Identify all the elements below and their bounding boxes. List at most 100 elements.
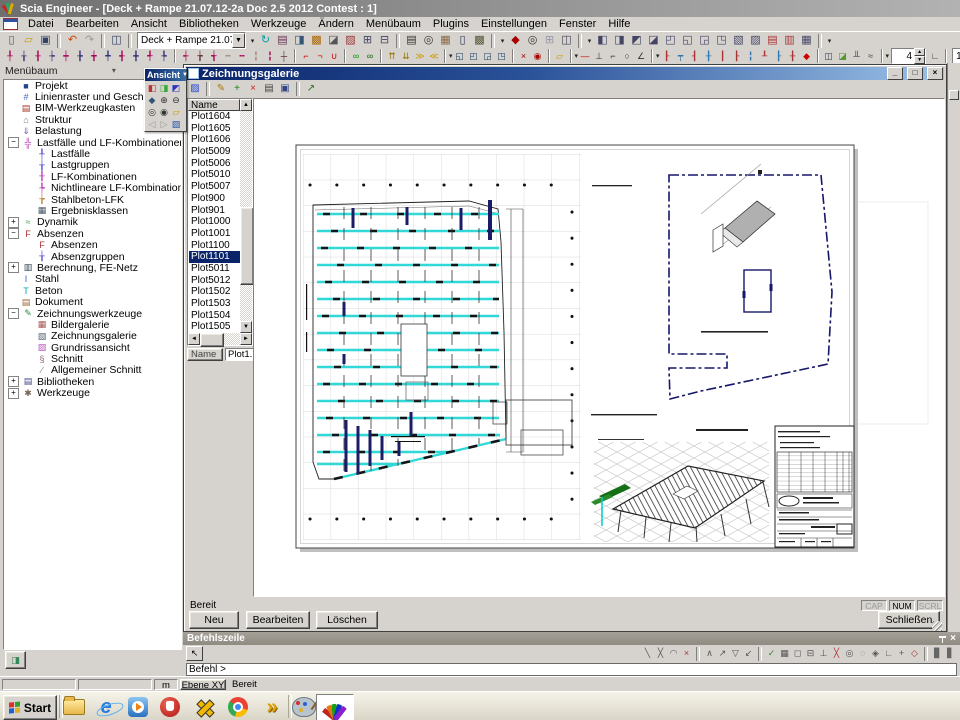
loeschen-button[interactable]: Löschen <box>316 611 378 629</box>
tree-item-allgemeinerschnitt[interactable]: ∕Allgemeiner Schnitt <box>4 365 181 376</box>
snap-reference-icon[interactable]: ◇ <box>908 647 921 660</box>
hinge-1-icon[interactable]: ╌ <box>221 50 235 62</box>
view-x-icon[interactable]: ◧ <box>146 82 158 94</box>
export-drawing-icon[interactable]: ↗ <box>303 82 319 96</box>
count-spinner[interactable]: 4▲▼ <box>891 48 926 64</box>
menu-item-menbaum[interactable]: Menübaum <box>360 18 427 31</box>
tree-item-schnitt[interactable]: §Schnitt <box>4 353 181 364</box>
cross-link-icon[interactable]: ┼ <box>277 50 291 62</box>
snap-tangent-icon[interactable]: ◌ <box>856 647 869 660</box>
plot-list-item[interactable]: Plot1605 <box>189 123 240 135</box>
plot-list-item[interactable]: Plot900 <box>189 193 240 205</box>
plot-list-item[interactable]: Plot1502 <box>189 286 240 298</box>
member-open-2-icon[interactable]: ╄ <box>157 50 171 62</box>
copy-props-icon[interactable]: ◨ <box>291 33 308 48</box>
page-layout-icon[interactable]: ◫ <box>108 33 125 48</box>
plot-list-header[interactable]: Name <box>188 99 240 111</box>
member-slab-icon[interactable]: ╋ <box>129 50 143 62</box>
view-top-icon[interactable]: ◰ <box>662 33 679 48</box>
document-system-icon[interactable] <box>3 18 18 30</box>
grid-settings-icon[interactable]: ⊞ <box>541 33 558 48</box>
tree-item-zeichnungsgalerie[interactable]: ▧Zeichnungsgalerie <box>4 331 181 342</box>
view-solid-icon[interactable]: ▦ <box>798 33 815 48</box>
menu-item-plugins[interactable]: Plugins <box>427 18 475 31</box>
menu-item-werkzeuge[interactable]: Werkzeuge <box>245 18 312 31</box>
plot-list-item[interactable]: Plot1000 <box>189 216 240 228</box>
spin-up-icon[interactable]: ▲ <box>914 48 925 56</box>
snap-midpoint-icon[interactable]: ⊟ <box>804 647 817 660</box>
print-preview-icon[interactable]: ◎ <box>420 33 437 48</box>
loads-view-icon[interactable]: ≈ <box>864 50 878 62</box>
plot-list-item[interactable]: Plot1001 <box>189 228 240 240</box>
move-up-icon[interactable]: ⇈ <box>385 50 399 62</box>
insert-drawing-icon[interactable]: ▨ <box>187 82 203 96</box>
view-right-icon[interactable]: ◪ <box>645 33 662 48</box>
beam-prop-8-icon[interactable]: ┸ <box>758 50 772 62</box>
tree-item-ergebnisklassen[interactable]: ▦Ergebnisklassen <box>4 205 181 216</box>
tree-item-dokument[interactable]: ▤Dokument <box>4 296 181 307</box>
add-drawing-icon[interactable]: + <box>229 82 245 96</box>
tangent-mode-icon[interactable]: ↗ <box>716 647 729 660</box>
document-icon[interactable]: ▯ <box>454 33 471 48</box>
beam-prop-3-icon[interactable]: ┨ <box>688 50 702 62</box>
tree-item-werkzeuge[interactable]: +✱Werkzeuge <box>4 388 181 399</box>
tree-item-beton[interactable]: TBeton <box>4 285 181 296</box>
plot-list-item[interactable]: Plot1604 <box>189 111 240 123</box>
tree-item-grundrissansicht[interactable]: ▨Grundrissansicht <box>4 342 181 353</box>
toolbar-overflow-icon[interactable]: ▾ <box>886 49 890 63</box>
view-hidden-icon[interactable]: ▤ <box>764 33 781 48</box>
support-1-icon[interactable]: ╎ <box>249 50 263 62</box>
tree-item-absenzen[interactable]: FAbsenzen <box>4 239 181 250</box>
pin-icon[interactable] <box>939 635 946 643</box>
tree-item-lastflleundlfkombinationen[interactable]: −╬Lastfälle und LF-Kombinationen <box>4 137 181 148</box>
chrome-icon[interactable] <box>226 696 250 718</box>
plot-list-item[interactable]: Plot5007 <box>189 181 240 193</box>
close-icon[interactable]: × <box>950 634 956 644</box>
save-file-icon[interactable]: ▣ <box>37 33 54 48</box>
scroll-up-icon[interactable]: ▲ <box>240 99 252 111</box>
plot-list-item[interactable]: Plot1505 <box>189 321 240 333</box>
scrollbar-thumb[interactable] <box>240 207 254 285</box>
ansicht-toolbar-title[interactable]: Ansicht ▼ <box>145 69 186 81</box>
beam-prop-10-icon[interactable]: ╂ <box>786 50 800 62</box>
section-box-icon[interactable]: ◫ <box>822 50 836 62</box>
menu-item-hilfe[interactable]: Hilfe <box>602 18 636 31</box>
explorer-icon[interactable] <box>62 696 86 718</box>
color-palette-icon[interactable]: ◆ <box>507 33 524 48</box>
beam-prop-1-icon[interactable]: ┠ <box>660 50 674 62</box>
edit-drawing-icon[interactable]: ✎ <box>213 82 229 96</box>
zoom-window-icon[interactable]: ◎ <box>146 106 158 118</box>
snap-perp-icon[interactable]: ⊥ <box>817 647 830 660</box>
plot-list-item[interactable]: Plot5006 <box>189 158 240 170</box>
collapse-icon[interactable]: − <box>8 137 19 148</box>
tree-item-berechnungfenetz[interactable]: +▥Berechnung, FE-Netz <box>4 262 181 273</box>
tree-item-absenzen[interactable]: −FAbsenzen <box>4 228 181 239</box>
member-beam-3-icon[interactable]: ╊ <box>73 50 87 62</box>
maximize-button[interactable]: □ <box>907 67 923 80</box>
project-combo[interactable]: Deck + Rampe 21.07▼ <box>137 32 246 49</box>
node-2-icon[interactable]: ╆ <box>193 50 207 62</box>
internet-explorer-icon[interactable]: e <box>94 696 118 718</box>
snap-angle-icon[interactable]: ∟ <box>928 50 942 62</box>
view-bottom-icon[interactable]: ◱ <box>679 33 696 48</box>
expand-icon[interactable]: + <box>8 376 19 387</box>
scale-combo[interactable]: 1.50..▼ <box>952 48 960 65</box>
chain-off-icon[interactable]: ∞ <box>363 50 377 62</box>
member-open-1-icon[interactable]: ╃ <box>143 50 157 62</box>
supports-view-icon[interactable]: ╨ <box>850 50 864 62</box>
image-gallery-icon[interactable]: ▦ <box>437 33 454 48</box>
dock-right-icon[interactable]: ▋ <box>944 647 957 660</box>
command-input[interactable]: Befehl > <box>186 663 957 676</box>
view-front-icon[interactable]: ◧ <box>594 33 611 48</box>
menu-item-bibliotheken[interactable]: Bibliotheken <box>173 18 245 31</box>
paint-icon[interactable] <box>292 696 316 718</box>
view-left-icon[interactable]: ◩ <box>628 33 645 48</box>
view-axo-icon[interactable]: ◆ <box>146 94 158 106</box>
scroll-right-icon[interactable]: ► <box>240 333 252 345</box>
win-cascade-icon[interactable]: ◱ <box>453 50 467 62</box>
tree-item-bibliotheken[interactable]: +▤Bibliotheken <box>4 376 181 387</box>
spinner-buttons[interactable]: ▲▼ <box>914 48 925 64</box>
snap-ortho-icon[interactable]: ∟ <box>882 647 895 660</box>
quick-launch-icon[interactable]: » <box>260 696 284 718</box>
tree-item-nichtlinearelfkombinationen[interactable]: ╄Nichtlineare LF-Kombinationen <box>4 183 181 194</box>
